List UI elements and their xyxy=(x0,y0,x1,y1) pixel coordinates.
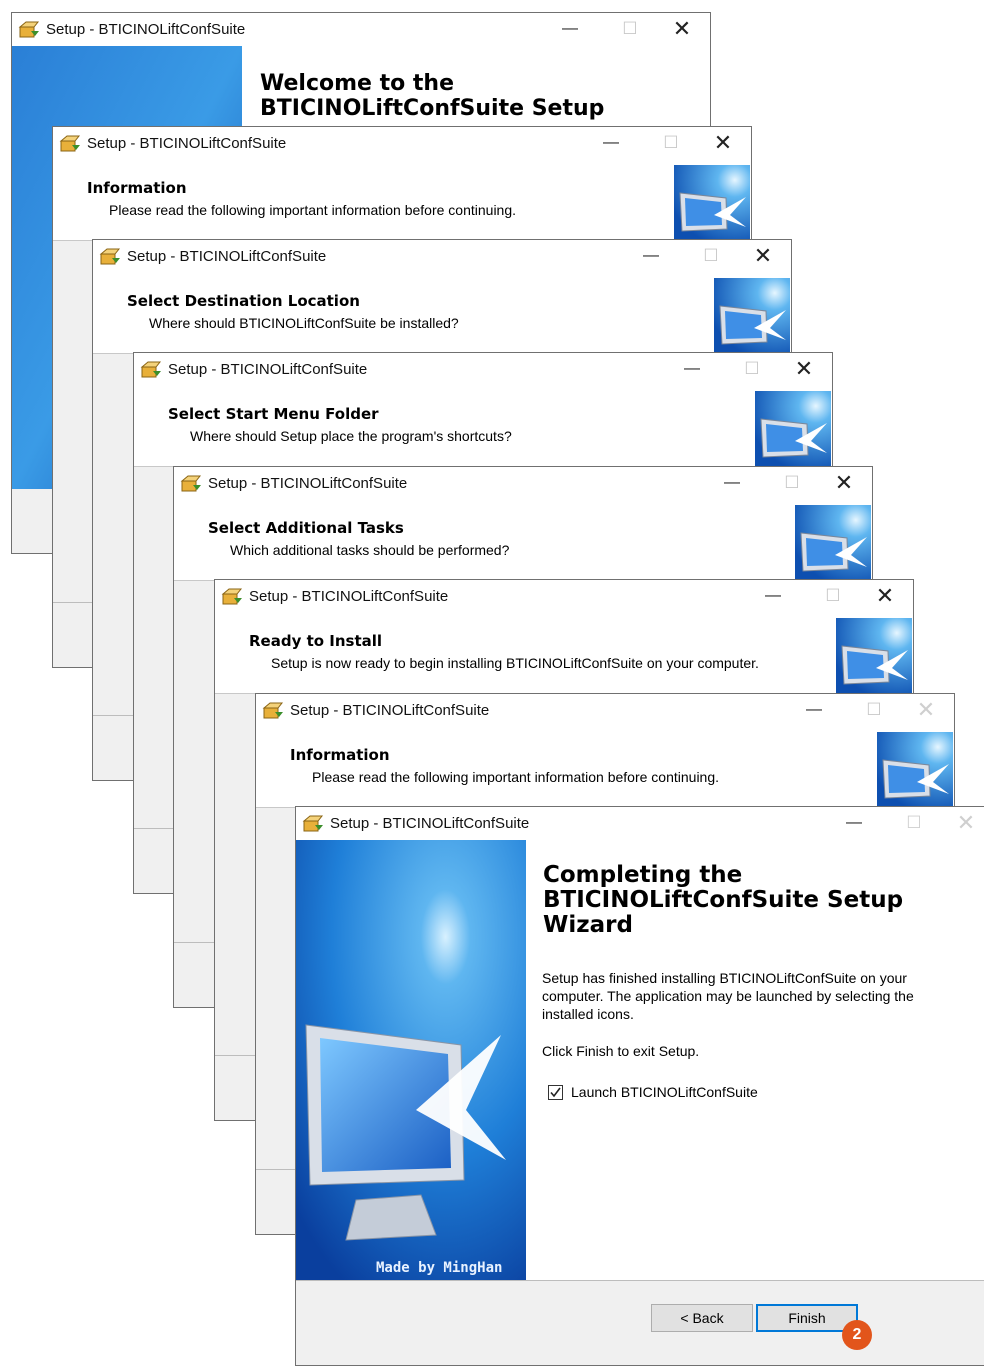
window-title: Setup - BTICINOLiftConfSuite xyxy=(127,248,327,265)
installer-box-icon xyxy=(18,21,40,38)
monitor-arrow-graphic xyxy=(714,278,790,353)
monitor-arrow-graphic xyxy=(877,732,953,807)
close-button[interactable]: ✕ xyxy=(906,694,946,727)
monitor-arrow-graphic xyxy=(755,391,831,466)
page-header: Ready to Install Setup is now ready to be… xyxy=(215,613,913,694)
page-subtitle: Setup is now ready to begin installing B… xyxy=(271,655,759,671)
page-subtitle: Which additional tasks should be perform… xyxy=(230,542,510,558)
title-bar[interactable]: Setup - BTICINOLiftConfSuite — ☐ ✕ xyxy=(12,13,710,46)
minimize-button[interactable]: — xyxy=(834,807,874,840)
window-title: Setup - BTICINOLiftConfSuite xyxy=(290,702,490,719)
title-bar[interactable]: Setup - BTICINOLiftConfSuite — ☐ ✕ xyxy=(93,240,791,273)
window-title: Setup - BTICINOLiftConfSuite xyxy=(168,361,368,378)
installer-box-icon xyxy=(221,588,243,605)
maximize-button[interactable]: ☐ xyxy=(772,467,812,500)
launch-checkbox-label[interactable]: Launch BTICINOLiftConfSuite xyxy=(571,1084,758,1100)
close-button[interactable]: ✕ xyxy=(824,467,864,500)
minimize-button[interactable]: — xyxy=(753,580,793,613)
maximize-button[interactable]: ☐ xyxy=(813,580,853,613)
page-subtitle: Where should Setup place the program's s… xyxy=(190,428,512,444)
installer-box-icon xyxy=(59,135,81,152)
close-button[interactable]: ✕ xyxy=(743,240,783,273)
window-title: Setup - BTICINOLiftConfSuite xyxy=(46,21,246,38)
minimize-button[interactable]: — xyxy=(591,127,631,160)
close-button[interactable]: ✕ xyxy=(865,580,905,613)
minimize-button[interactable]: — xyxy=(550,13,590,46)
page-title: Select Start Menu Folder xyxy=(168,405,379,423)
button-divider xyxy=(296,1280,984,1281)
setup-window-finish: Setup - BTICINOLiftConfSuite — ☐ ✕ Made … xyxy=(295,806,984,1366)
maximize-button[interactable]: ☐ xyxy=(854,694,894,727)
title-bar[interactable]: Setup - BTICINOLiftConfSuite — ☐ ✕ xyxy=(174,467,872,500)
minimize-button[interactable]: — xyxy=(672,353,712,386)
installer-box-icon xyxy=(99,248,121,265)
monitor-arrow-graphic xyxy=(674,165,750,240)
page-subtitle: Please read the following important info… xyxy=(312,769,720,785)
installer-box-icon xyxy=(180,475,202,492)
close-button[interactable]: ✕ xyxy=(703,127,743,160)
page-header: Information Please read the following imp… xyxy=(53,160,751,241)
back-button[interactable]: < Back xyxy=(651,1304,753,1332)
title-bar[interactable]: Setup - BTICINOLiftConfSuite — ☐ ✕ xyxy=(53,127,751,160)
close-button[interactable]: ✕ xyxy=(662,13,702,46)
checkmark-icon xyxy=(550,1087,561,1098)
close-button[interactable]: ✕ xyxy=(784,353,824,386)
title-bar[interactable]: Setup - BTICINOLiftConfSuite — ☐ ✕ xyxy=(256,694,954,727)
monitor-arrow-graphic xyxy=(795,505,871,580)
minimize-button[interactable]: — xyxy=(631,240,671,273)
maximize-button[interactable]: ☐ xyxy=(732,353,772,386)
launch-checkbox[interactable] xyxy=(548,1085,563,1100)
finish-title: Completing the BTICINOLiftConfSuite Setu… xyxy=(543,862,904,938)
window-title: Setup - BTICINOLiftConfSuite xyxy=(87,135,287,152)
maximize-button[interactable]: ☐ xyxy=(651,127,691,160)
page-header: Select Start Menu Folder Where should Set… xyxy=(134,386,832,467)
minimize-button[interactable]: — xyxy=(794,694,834,727)
maximize-button[interactable]: ☐ xyxy=(691,240,731,273)
title-bar[interactable]: Setup - BTICINOLiftConfSuite — ☐ ✕ xyxy=(134,353,832,386)
finish-exit-text: Click Finish to exit Setup. xyxy=(542,1043,700,1059)
installer-box-icon xyxy=(262,702,284,719)
window-title: Setup - BTICINOLiftConfSuite xyxy=(330,815,530,832)
minimize-button[interactable]: — xyxy=(712,467,752,500)
page-title: Select Additional Tasks xyxy=(208,519,404,537)
title-bar[interactable]: Setup - BTICINOLiftConfSuite — ☐ ✕ xyxy=(215,580,913,613)
monitor-arrow-graphic: Made by MingHan xyxy=(296,840,526,1280)
finish-body-text: Setup has finished installing BTICINOLif… xyxy=(542,970,914,1022)
maximize-button[interactable]: ☐ xyxy=(610,13,650,46)
maximize-button[interactable]: ☐ xyxy=(894,807,934,840)
page-subtitle: Please read the following important info… xyxy=(109,202,517,218)
title-bar[interactable]: Setup - BTICINOLiftConfSuite — ☐ ✕ xyxy=(296,807,984,840)
step-badge: 2 xyxy=(842,1320,872,1350)
page-header: Information Please read the following imp… xyxy=(256,727,954,808)
watermark-text: Made by MingHan xyxy=(376,1260,502,1276)
window-title: Setup - BTICINOLiftConfSuite xyxy=(249,588,449,605)
installer-box-icon xyxy=(140,361,162,378)
finish-content: Completing the BTICINOLiftConfSuite Setu… xyxy=(526,840,984,1280)
page-title: Select Destination Location xyxy=(127,292,360,310)
page-subtitle: Where should BTICINOLiftConfSuite be ins… xyxy=(149,315,459,331)
page-title: Information xyxy=(290,746,390,764)
page-header: Select Destination Location Where should … xyxy=(93,273,791,354)
page-header: Select Additional Tasks Which additional … xyxy=(174,500,872,581)
page-title: Ready to Install xyxy=(249,632,383,650)
window-title: Setup - BTICINOLiftConfSuite xyxy=(208,475,408,492)
close-button[interactable]: ✕ xyxy=(946,807,984,840)
welcome-title: Welcome to the BTICINOLiftConfSuite Setu… xyxy=(260,71,605,121)
monitor-arrow-graphic xyxy=(836,618,912,693)
installer-box-icon xyxy=(302,815,324,832)
page-title: Information xyxy=(87,179,187,197)
